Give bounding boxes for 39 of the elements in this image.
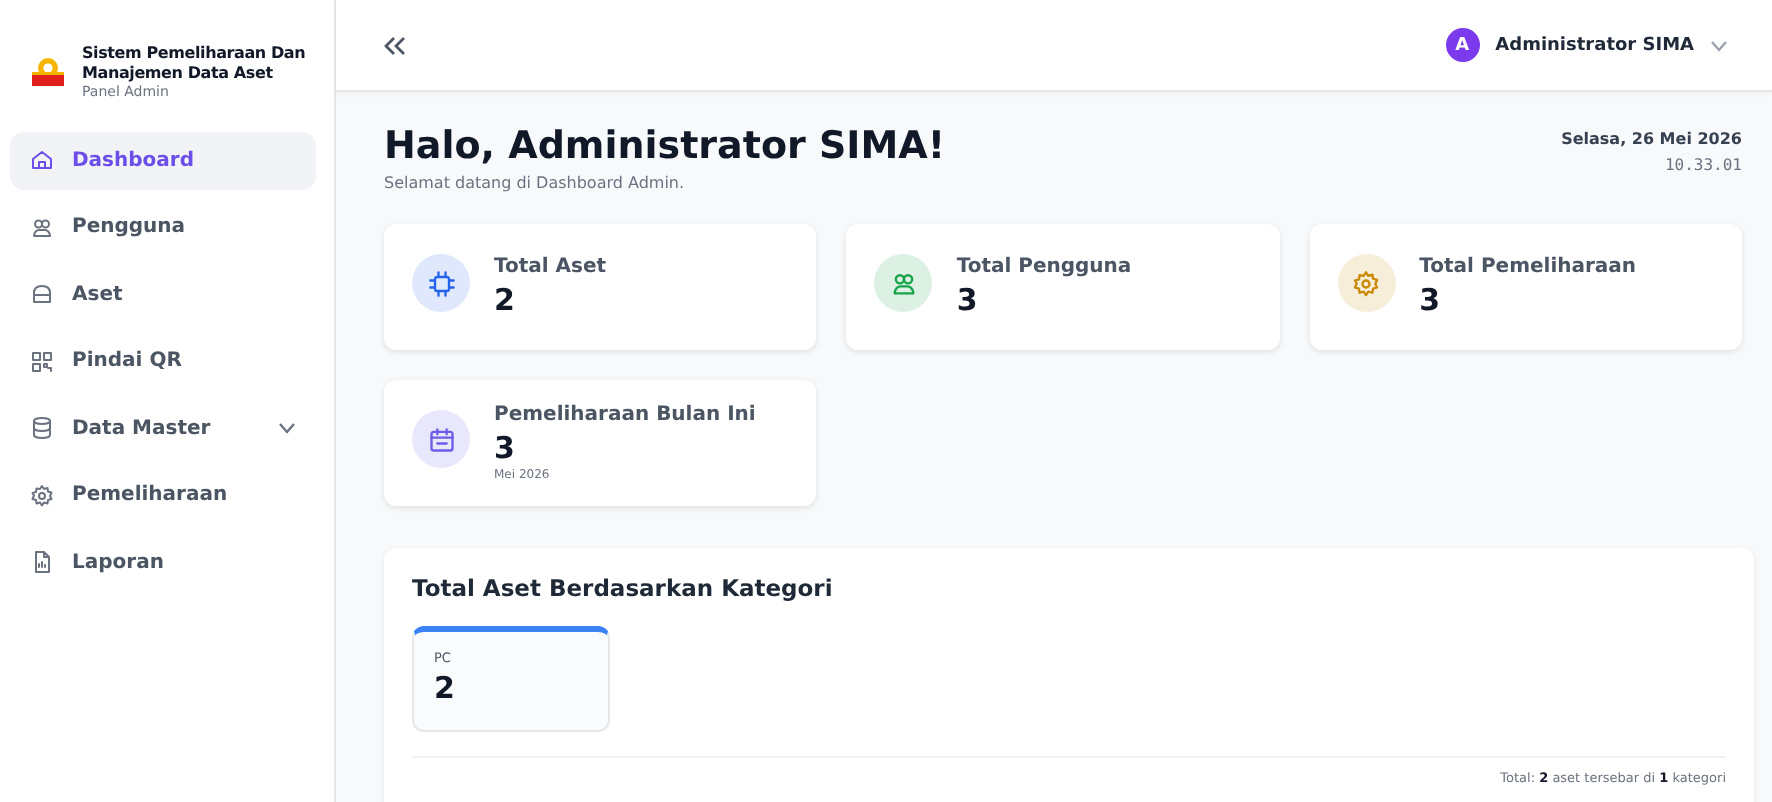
- user-menu-button[interactable]: A Administrator SIMA: [1445, 28, 1728, 62]
- gear-icon: [30, 483, 54, 508]
- greeting-title: Halo, Administrator SIMA!: [384, 124, 946, 168]
- user-avatar: A: [1445, 28, 1480, 62]
- qr-code-icon: [30, 349, 54, 374]
- stat-label: Pemeliharaan Bulan Ini: [494, 404, 756, 426]
- calendar-icon: [427, 425, 455, 453]
- sidebar-item[interactable]: Data Master: [10, 400, 316, 457]
- app-title: Sistem Pemeliharaan Dan Manajemen Data Aset: [82, 44, 308, 84]
- time-text: 10.33.01: [1662, 156, 1742, 174]
- sidebar-item[interactable]: Pengguna: [10, 199, 316, 256]
- home-icon: [30, 148, 54, 173]
- collapse-sidebar-button[interactable]: [384, 35, 406, 55]
- chip-icon: [427, 269, 455, 297]
- panel-title: Total Aset Berdasarkan Kategori: [412, 574, 835, 602]
- stat-value: 3: [494, 430, 517, 466]
- date-text: Selasa, 26 Mei 2026: [1561, 130, 1742, 148]
- sidebar-item[interactable]: Laporan: [10, 534, 316, 591]
- users-icon: [889, 269, 918, 297]
- gear-icon: [1352, 269, 1381, 297]
- sidebar-item[interactable]: Pemeliharaan: [10, 467, 316, 524]
- database-icon: [30, 416, 54, 441]
- stat-label: Total Pemeliharaan: [1419, 256, 1637, 278]
- stat-label: Total Pengguna: [956, 256, 1132, 278]
- stat-value: 2: [494, 282, 517, 318]
- sidebar-item[interactable]: Dashboard: [10, 132, 316, 189]
- stat-value: 3: [956, 282, 980, 318]
- greeting-subtitle: Selamat datang di Dashboard Admin.: [384, 174, 687, 192]
- logo-icon: [32, 58, 64, 86]
- category-count: 2: [434, 670, 457, 706]
- document-icon: [30, 550, 54, 575]
- box-icon: [30, 282, 54, 307]
- chevron-icon: [1710, 39, 1728, 51]
- stat-value: 3: [1419, 282, 1443, 318]
- double-chevron-icon: [384, 35, 406, 55]
- sidebar-item[interactable]: Pindai QR: [10, 333, 316, 390]
- stat-label: Total Aset: [494, 256, 607, 278]
- sidebar-item[interactable]: Aset: [10, 266, 316, 323]
- users-icon: [30, 215, 54, 240]
